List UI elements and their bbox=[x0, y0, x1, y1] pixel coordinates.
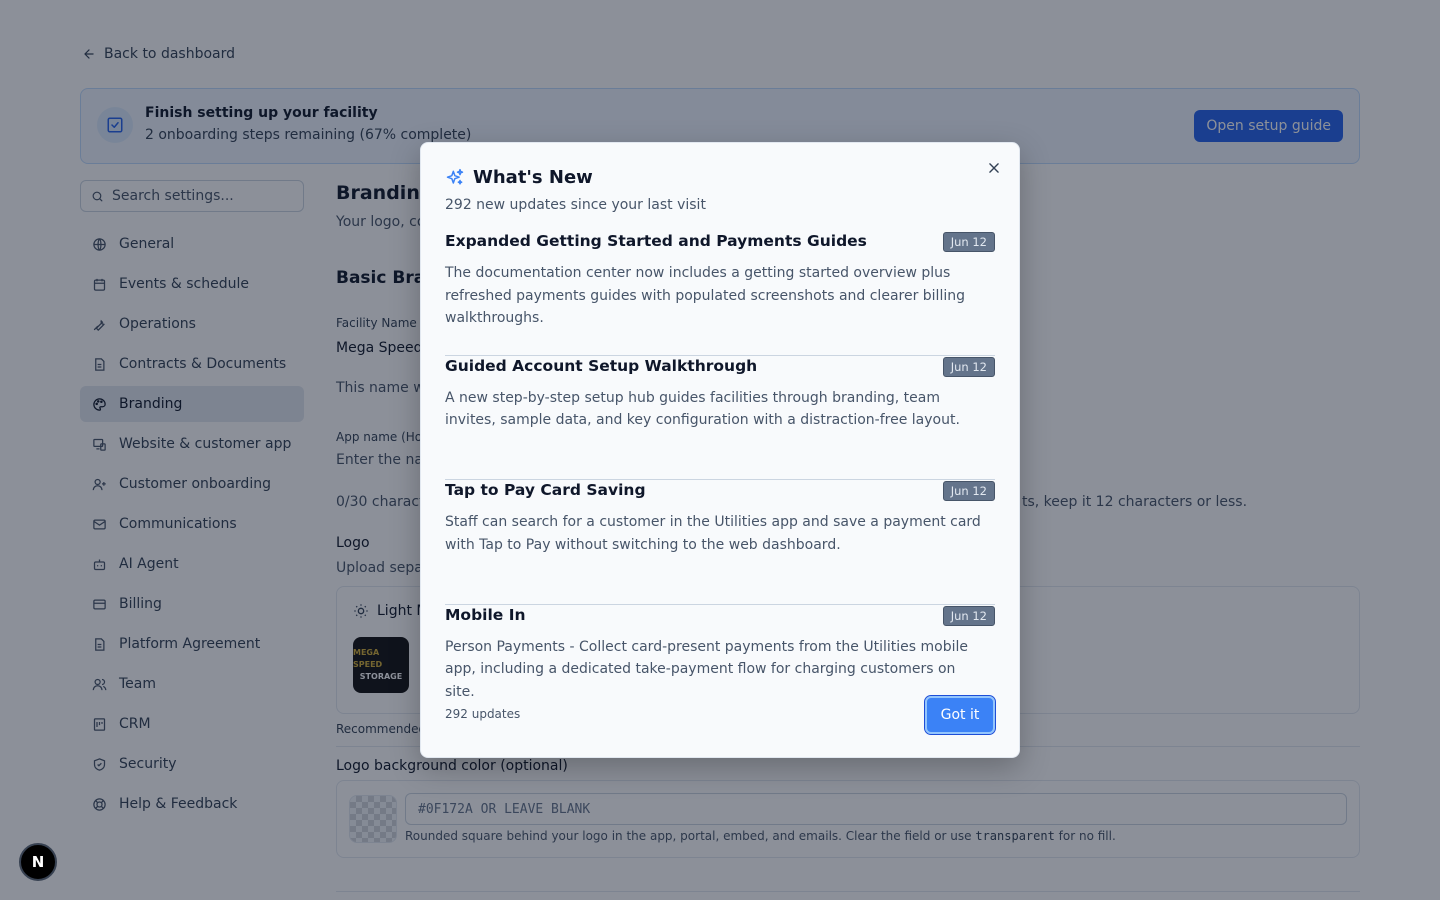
date-badge: Jun 12 bbox=[942, 356, 995, 377]
update-title: Tap to Pay Card Saving bbox=[445, 481, 646, 499]
update-body: Person Payments - Collect card-present p… bbox=[445, 638, 968, 700]
date-badge: Jun 12 bbox=[942, 481, 995, 501]
update-title: Expanded Getting Started and Payments Gu… bbox=[445, 232, 867, 250]
list-item: Guided Account Setup Walkthrough Jun 12 … bbox=[445, 356, 995, 480]
dialog-title-text: What's New bbox=[473, 167, 593, 188]
date-badge: Jun 12 bbox=[942, 232, 995, 252]
updates-count: 292 updates bbox=[445, 707, 521, 721]
date-badge: Jun 12 bbox=[942, 605, 995, 626]
got-it-button[interactable]: Got it bbox=[924, 695, 996, 735]
update-body: The documentation center now includes a … bbox=[445, 265, 965, 326]
list-item: Expanded Getting Started and Payments Gu… bbox=[445, 231, 995, 356]
list-item: Mobile In Jun 12 Person Payments - Colle… bbox=[445, 605, 995, 730]
nextjs-dev-badge[interactable]: N bbox=[19, 843, 57, 881]
close-icon bbox=[989, 163, 999, 173]
close-button[interactable] bbox=[985, 159, 1003, 177]
update-body: Staff can search for a customer in the U… bbox=[445, 514, 981, 553]
dialog-subtitle: 292 new updates since your last visit bbox=[445, 197, 706, 213]
update-title: Mobile In bbox=[445, 605, 526, 624]
update-title: Guided Account Setup Walkthrough bbox=[445, 356, 758, 375]
dialog-title: What's New bbox=[445, 167, 593, 188]
list-item: Tap to Pay Card Saving Jun 12 Staff can … bbox=[445, 480, 995, 605]
update-body: A new step-by-step setup hub guides faci… bbox=[445, 389, 960, 429]
whats-new-dialog: What's New 292 new updates since your la… bbox=[420, 142, 1020, 758]
sparkles-icon bbox=[446, 168, 464, 185]
updates-list: Expanded Getting Started and Payments Gu… bbox=[445, 231, 995, 729]
